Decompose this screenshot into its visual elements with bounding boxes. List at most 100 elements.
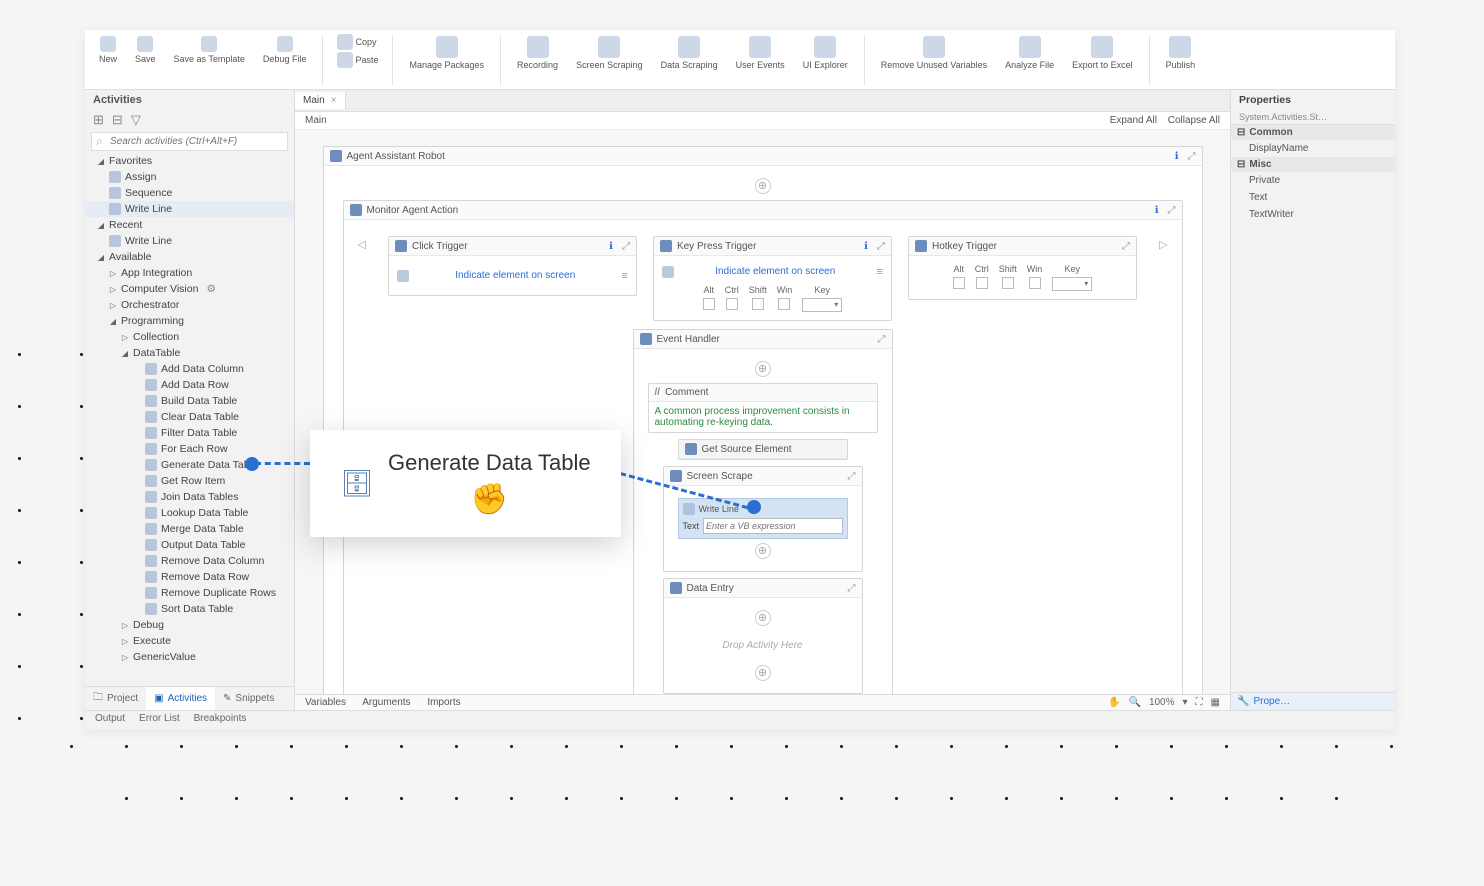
- nav-left-icon[interactable]: ◁: [358, 238, 366, 251]
- tree-item-assign[interactable]: Assign: [85, 169, 294, 185]
- ribbon-manage-packages[interactable]: Manage Packages: [403, 34, 490, 72]
- ribbon-recording[interactable]: Recording: [511, 34, 564, 72]
- prop-category-common[interactable]: ⊟Common: [1231, 125, 1395, 140]
- tree-item-sequence[interactable]: Sequence: [85, 185, 294, 201]
- tree-join-data-tables[interactable]: Join Data Tables: [85, 489, 294, 505]
- close-icon[interactable]: ×: [331, 95, 337, 106]
- collapse-icon[interactable]: ⤢: [848, 583, 856, 594]
- ribbon-data-scraping[interactable]: Data Scraping: [655, 34, 724, 72]
- ribbon-copy[interactable]: Copy: [333, 34, 382, 50]
- ribbon-new[interactable]: New: [93, 34, 123, 66]
- prop-private[interactable]: Private: [1231, 172, 1395, 189]
- ribbon-screen-scraping[interactable]: Screen Scraping: [570, 34, 649, 72]
- zoom-icon[interactable]: 🔍: [1128, 697, 1140, 708]
- tree-available[interactable]: ◢Available: [85, 249, 294, 265]
- collapse-icon[interactable]: ⤢: [622, 241, 630, 252]
- activity-key-press-trigger[interactable]: Key Press Triggerℹ⤢ Indicate element on …: [653, 236, 892, 321]
- tree-collection[interactable]: ▷Collection: [85, 329, 294, 345]
- tree-for-each-row[interactable]: For Each Row: [85, 441, 294, 457]
- ribbon-ui-explorer[interactable]: UI Explorer: [797, 34, 854, 72]
- alt-checkbox[interactable]: [703, 298, 715, 310]
- collapse-all-link[interactable]: Collapse All: [1168, 115, 1220, 126]
- activity-click-trigger[interactable]: Click Triggerℹ⤢ Indicate element on scre…: [388, 236, 637, 296]
- info-icon[interactable]: ℹ: [1155, 205, 1159, 216]
- tree-genericvalue[interactable]: ▷GenericValue: [85, 649, 294, 665]
- fit-screen-icon[interactable]: ⛶: [1196, 697, 1203, 708]
- indicate-element-link[interactable]: Indicate element on screen: [680, 264, 871, 279]
- tree-favorites[interactable]: ◢Favorites: [85, 153, 294, 169]
- zoom-level[interactable]: 100%: [1149, 697, 1175, 708]
- expand-all-link[interactable]: Expand All: [1110, 115, 1157, 126]
- info-icon[interactable]: ℹ: [609, 241, 613, 252]
- activity-comment[interactable]: //Comment A common process improvement c…: [648, 383, 878, 433]
- tree-item-write-line[interactable]: Write Line: [85, 201, 294, 217]
- ribbon-user-events[interactable]: User Events: [730, 34, 791, 72]
- ctrl-checkbox[interactable]: [976, 277, 988, 289]
- tree-add-data-row[interactable]: Add Data Row: [85, 377, 294, 393]
- breakpoints-tab[interactable]: Breakpoints: [194, 713, 247, 728]
- tree-orchestrator[interactable]: ▷Orchestrator: [85, 297, 294, 313]
- options-icon[interactable]: ≡: [877, 266, 883, 278]
- error-list-tab[interactable]: Error List: [139, 713, 180, 728]
- search-input[interactable]: [91, 132, 288, 151]
- ribbon-export-excel[interactable]: Export to Excel: [1066, 34, 1139, 72]
- tree-execute[interactable]: ▷Execute: [85, 633, 294, 649]
- breadcrumb[interactable]: Main: [305, 115, 327, 126]
- tree-remove-data-column[interactable]: Remove Data Column: [85, 553, 294, 569]
- tree-sort-data-table[interactable]: Sort Data Table: [85, 601, 294, 617]
- ribbon-save[interactable]: Save: [129, 34, 162, 66]
- key-dropdown[interactable]: [1052, 277, 1092, 291]
- properties-tab[interactable]: 🔧Prope…: [1231, 692, 1395, 710]
- tab-snippets[interactable]: ✎Snippets: [215, 687, 282, 710]
- ribbon-remove-unused[interactable]: Remove Unused Variables: [875, 34, 993, 72]
- prop-textwriter[interactable]: TextWriter: [1231, 206, 1395, 223]
- activity-data-entry[interactable]: Data Entry⤢ ⊕ Drop Activity Here ⊕: [663, 578, 863, 694]
- collapse-icon[interactable]: ⤢: [848, 471, 856, 482]
- prop-category-misc[interactable]: ⊟Misc: [1231, 157, 1395, 172]
- add-activity-button[interactable]: ⊕: [755, 178, 771, 194]
- tree-get-row-item[interactable]: Get Row Item: [85, 473, 294, 489]
- pan-icon[interactable]: ✋: [1108, 697, 1120, 708]
- arguments-tab[interactable]: Arguments: [362, 697, 410, 708]
- ribbon-publish[interactable]: Publish: [1160, 34, 1202, 72]
- tab-project[interactable]: 🗀Project: [85, 687, 146, 710]
- ctrl-checkbox[interactable]: [726, 298, 738, 310]
- win-checkbox[interactable]: [1029, 277, 1041, 289]
- tree-add-data-column[interactable]: Add Data Column: [85, 361, 294, 377]
- nav-right-icon[interactable]: ▷: [1159, 238, 1167, 251]
- collapse-icon[interactable]: ⤢: [877, 241, 885, 252]
- key-dropdown[interactable]: [802, 298, 842, 312]
- collapse-icon[interactable]: ⤢: [1188, 151, 1196, 162]
- activity-get-source-element[interactable]: Get Source Element: [678, 439, 848, 460]
- tree-filter-data-table[interactable]: Filter Data Table: [85, 425, 294, 441]
- expand-all-icon[interactable]: ⊞: [93, 112, 104, 128]
- tree-merge-data-table[interactable]: Merge Data Table: [85, 521, 294, 537]
- add-activity-button[interactable]: ⊕: [755, 665, 771, 681]
- tree-computer-vision[interactable]: ▷Computer Vision⚙: [85, 281, 294, 297]
- add-activity-button[interactable]: ⊕: [755, 610, 771, 626]
- filter-icon[interactable]: ▽: [131, 112, 141, 128]
- ribbon-save-template[interactable]: Save as Template: [168, 34, 251, 66]
- tree-output-data-table[interactable]: Output Data Table: [85, 537, 294, 553]
- prop-displayname[interactable]: DisplayName: [1231, 140, 1395, 157]
- tree-debug[interactable]: ▷Debug: [85, 617, 294, 633]
- tree-item-write-line-recent[interactable]: Write Line: [85, 233, 294, 249]
- activity-hotkey-trigger[interactable]: Hotkey Trigger⤢ Alt Ctrl Shift Win K: [908, 236, 1137, 300]
- output-tab[interactable]: Output: [95, 713, 125, 728]
- info-icon[interactable]: ℹ: [1175, 151, 1179, 162]
- overview-icon[interactable]: ▦: [1211, 697, 1220, 708]
- tree-clear-data-table[interactable]: Clear Data Table: [85, 409, 294, 425]
- tree-remove-duplicate-rows[interactable]: Remove Duplicate Rows: [85, 585, 294, 601]
- collapse-icon[interactable]: ⤢: [878, 334, 886, 345]
- tab-activities[interactable]: ▣Activities: [146, 687, 215, 710]
- info-icon[interactable]: ℹ: [864, 241, 868, 252]
- collapse-icon[interactable]: ⤢: [1168, 205, 1176, 216]
- collapse-icon[interactable]: ⤢: [1122, 241, 1130, 252]
- ribbon-debug[interactable]: Debug File: [257, 34, 313, 66]
- add-activity-button[interactable]: ⊕: [755, 543, 771, 559]
- tab-main[interactable]: Main ×: [295, 92, 346, 109]
- tree-generate-data-table[interactable]: Generate Data Table: [85, 457, 294, 473]
- ribbon-paste[interactable]: Paste: [333, 52, 382, 68]
- tree-datatable[interactable]: ◢DataTable: [85, 345, 294, 361]
- tree-programming[interactable]: ◢Programming: [85, 313, 294, 329]
